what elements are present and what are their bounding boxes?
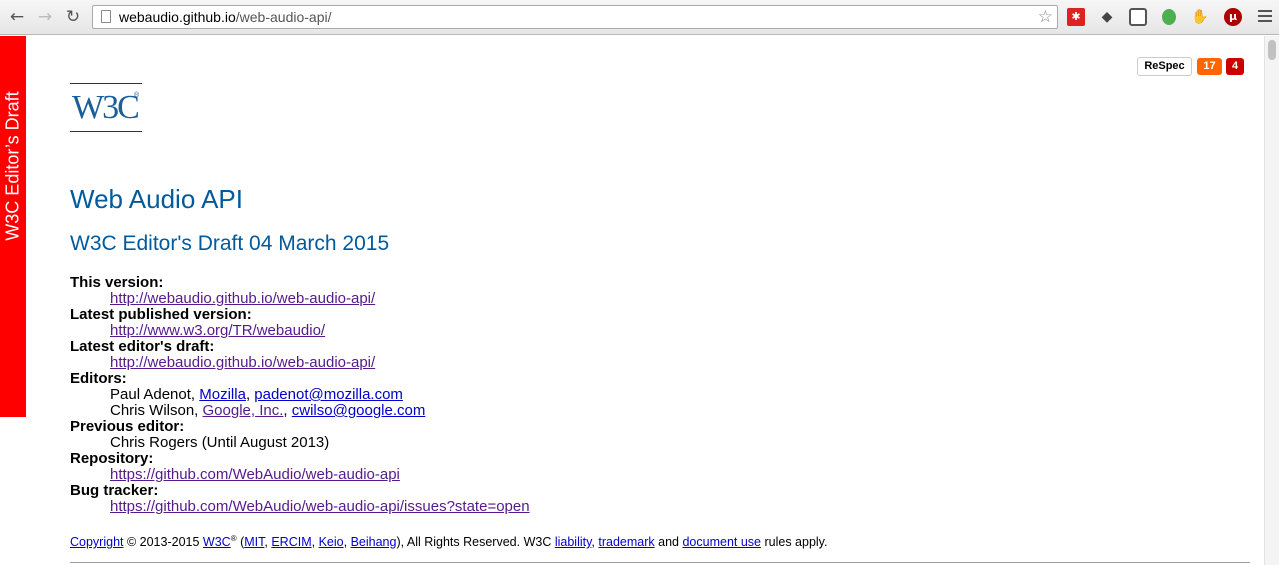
- ublock-extension-icon[interactable]: μ: [1224, 8, 1242, 26]
- editors-draft-sidebar: W3C Editor’s Draft: [0, 36, 26, 417]
- editor-entry: Chris Wilson, Google, Inc., cwilso@googl…: [110, 402, 426, 419]
- trademark-link[interactable]: trademark: [598, 535, 654, 549]
- green-bubble-extension-icon[interactable]: [1162, 9, 1176, 25]
- page-title: Web Audio API: [70, 184, 243, 214]
- editor-org-link[interactable]: Mozilla: [199, 386, 246, 403]
- latest-published-link[interactable]: http://www.w3.org/TR/webaudio/: [110, 322, 325, 339]
- divider: [70, 562, 1250, 563]
- bug-tracker-label: Bug tracker:: [70, 482, 159, 499]
- page-scrollbar[interactable]: [1264, 36, 1279, 565]
- browser-toolbar: ← → ↻ webaudio.github.io/web-audio-api/ …: [0, 0, 1279, 35]
- reload-icon[interactable]: ↻: [63, 7, 83, 27]
- sidebar-label: W3C Editor’s Draft: [2, 91, 23, 241]
- lastpass-extension-icon[interactable]: ✱: [1067, 8, 1085, 26]
- repository-label: Repository:: [70, 450, 154, 467]
- copyright-link[interactable]: Copyright: [70, 535, 124, 549]
- beihang-link[interactable]: Beihang: [351, 535, 397, 549]
- document-use-link[interactable]: document use: [682, 535, 761, 549]
- scrollbar-thumb[interactable]: [1268, 40, 1276, 60]
- back-arrow-icon[interactable]: ←: [7, 7, 27, 27]
- editor-name: Paul Adenot,: [110, 386, 200, 403]
- mit-link[interactable]: MIT: [244, 535, 264, 549]
- this-version-link[interactable]: http://webaudio.github.io/web-audio-api/: [110, 290, 375, 307]
- page-icon: [101, 10, 111, 23]
- latest-published-label: Latest published version:: [70, 306, 252, 323]
- latest-editors-draft-label: Latest editor's draft:: [70, 338, 215, 355]
- forward-arrow-icon[interactable]: →: [35, 7, 55, 27]
- editor-email-link[interactable]: padenot@mozilla.com: [254, 386, 403, 403]
- repository-link[interactable]: https://github.com/WebAudio/web-audio-ap…: [110, 466, 400, 483]
- url-text[interactable]: webaudio.github.io/web-audio-api/: [119, 9, 332, 25]
- liability-link[interactable]: liability: [555, 535, 592, 549]
- document-metadata: This version: http://webaudio.github.io/…: [70, 275, 530, 515]
- evernote-extension-icon[interactable]: ◆: [1098, 8, 1116, 26]
- keio-link[interactable]: Keio: [319, 535, 344, 549]
- w3c-logo-text: W3C: [72, 89, 140, 126]
- bookmark-star-icon[interactable]: ☆: [1038, 7, 1053, 27]
- w3c-logo-reg: ®: [134, 92, 140, 99]
- editors-label: Editors:: [70, 370, 127, 387]
- respec-button[interactable]: ReSpec: [1137, 57, 1192, 76]
- bug-tracker-link[interactable]: https://github.com/WebAudio/web-audio-ap…: [110, 498, 530, 515]
- editor-org-link[interactable]: Google, Inc.: [203, 402, 284, 419]
- editor-email-link[interactable]: cwilso@google.com: [292, 402, 426, 419]
- previous-editor-label: Previous editor:: [70, 418, 185, 435]
- copyright-notice: Copyright © 2013-2015 W3C® (MIT, ERCIM, …: [70, 534, 828, 550]
- this-version-label: This version:: [70, 274, 164, 291]
- w3c-logo[interactable]: W3C ®: [70, 83, 142, 132]
- ercim-link[interactable]: ERCIM: [271, 535, 311, 549]
- hand-extension-icon[interactable]: ✋: [1191, 8, 1209, 26]
- respec-errors-badge[interactable]: 4: [1226, 58, 1244, 75]
- latest-editors-draft-link[interactable]: http://webaudio.github.io/web-audio-api/: [110, 354, 375, 371]
- pocket-extension-icon[interactable]: [1129, 8, 1147, 26]
- w3c-link[interactable]: W3C: [203, 535, 231, 549]
- menu-icon[interactable]: [1258, 10, 1272, 25]
- editor-entry: Paul Adenot, Mozilla, padenot@mozilla.co…: [110, 386, 403, 403]
- respec-warnings-badge[interactable]: 17: [1197, 58, 1222, 75]
- address-bar[interactable]: webaudio.github.io/web-audio-api/ ☆: [92, 5, 1058, 29]
- page-subtitle: W3C Editor's Draft 04 March 2015: [70, 232, 390, 255]
- previous-editor-value: Chris Rogers (Until August 2013): [110, 434, 330, 451]
- editor-name: Chris Wilson,: [110, 402, 203, 419]
